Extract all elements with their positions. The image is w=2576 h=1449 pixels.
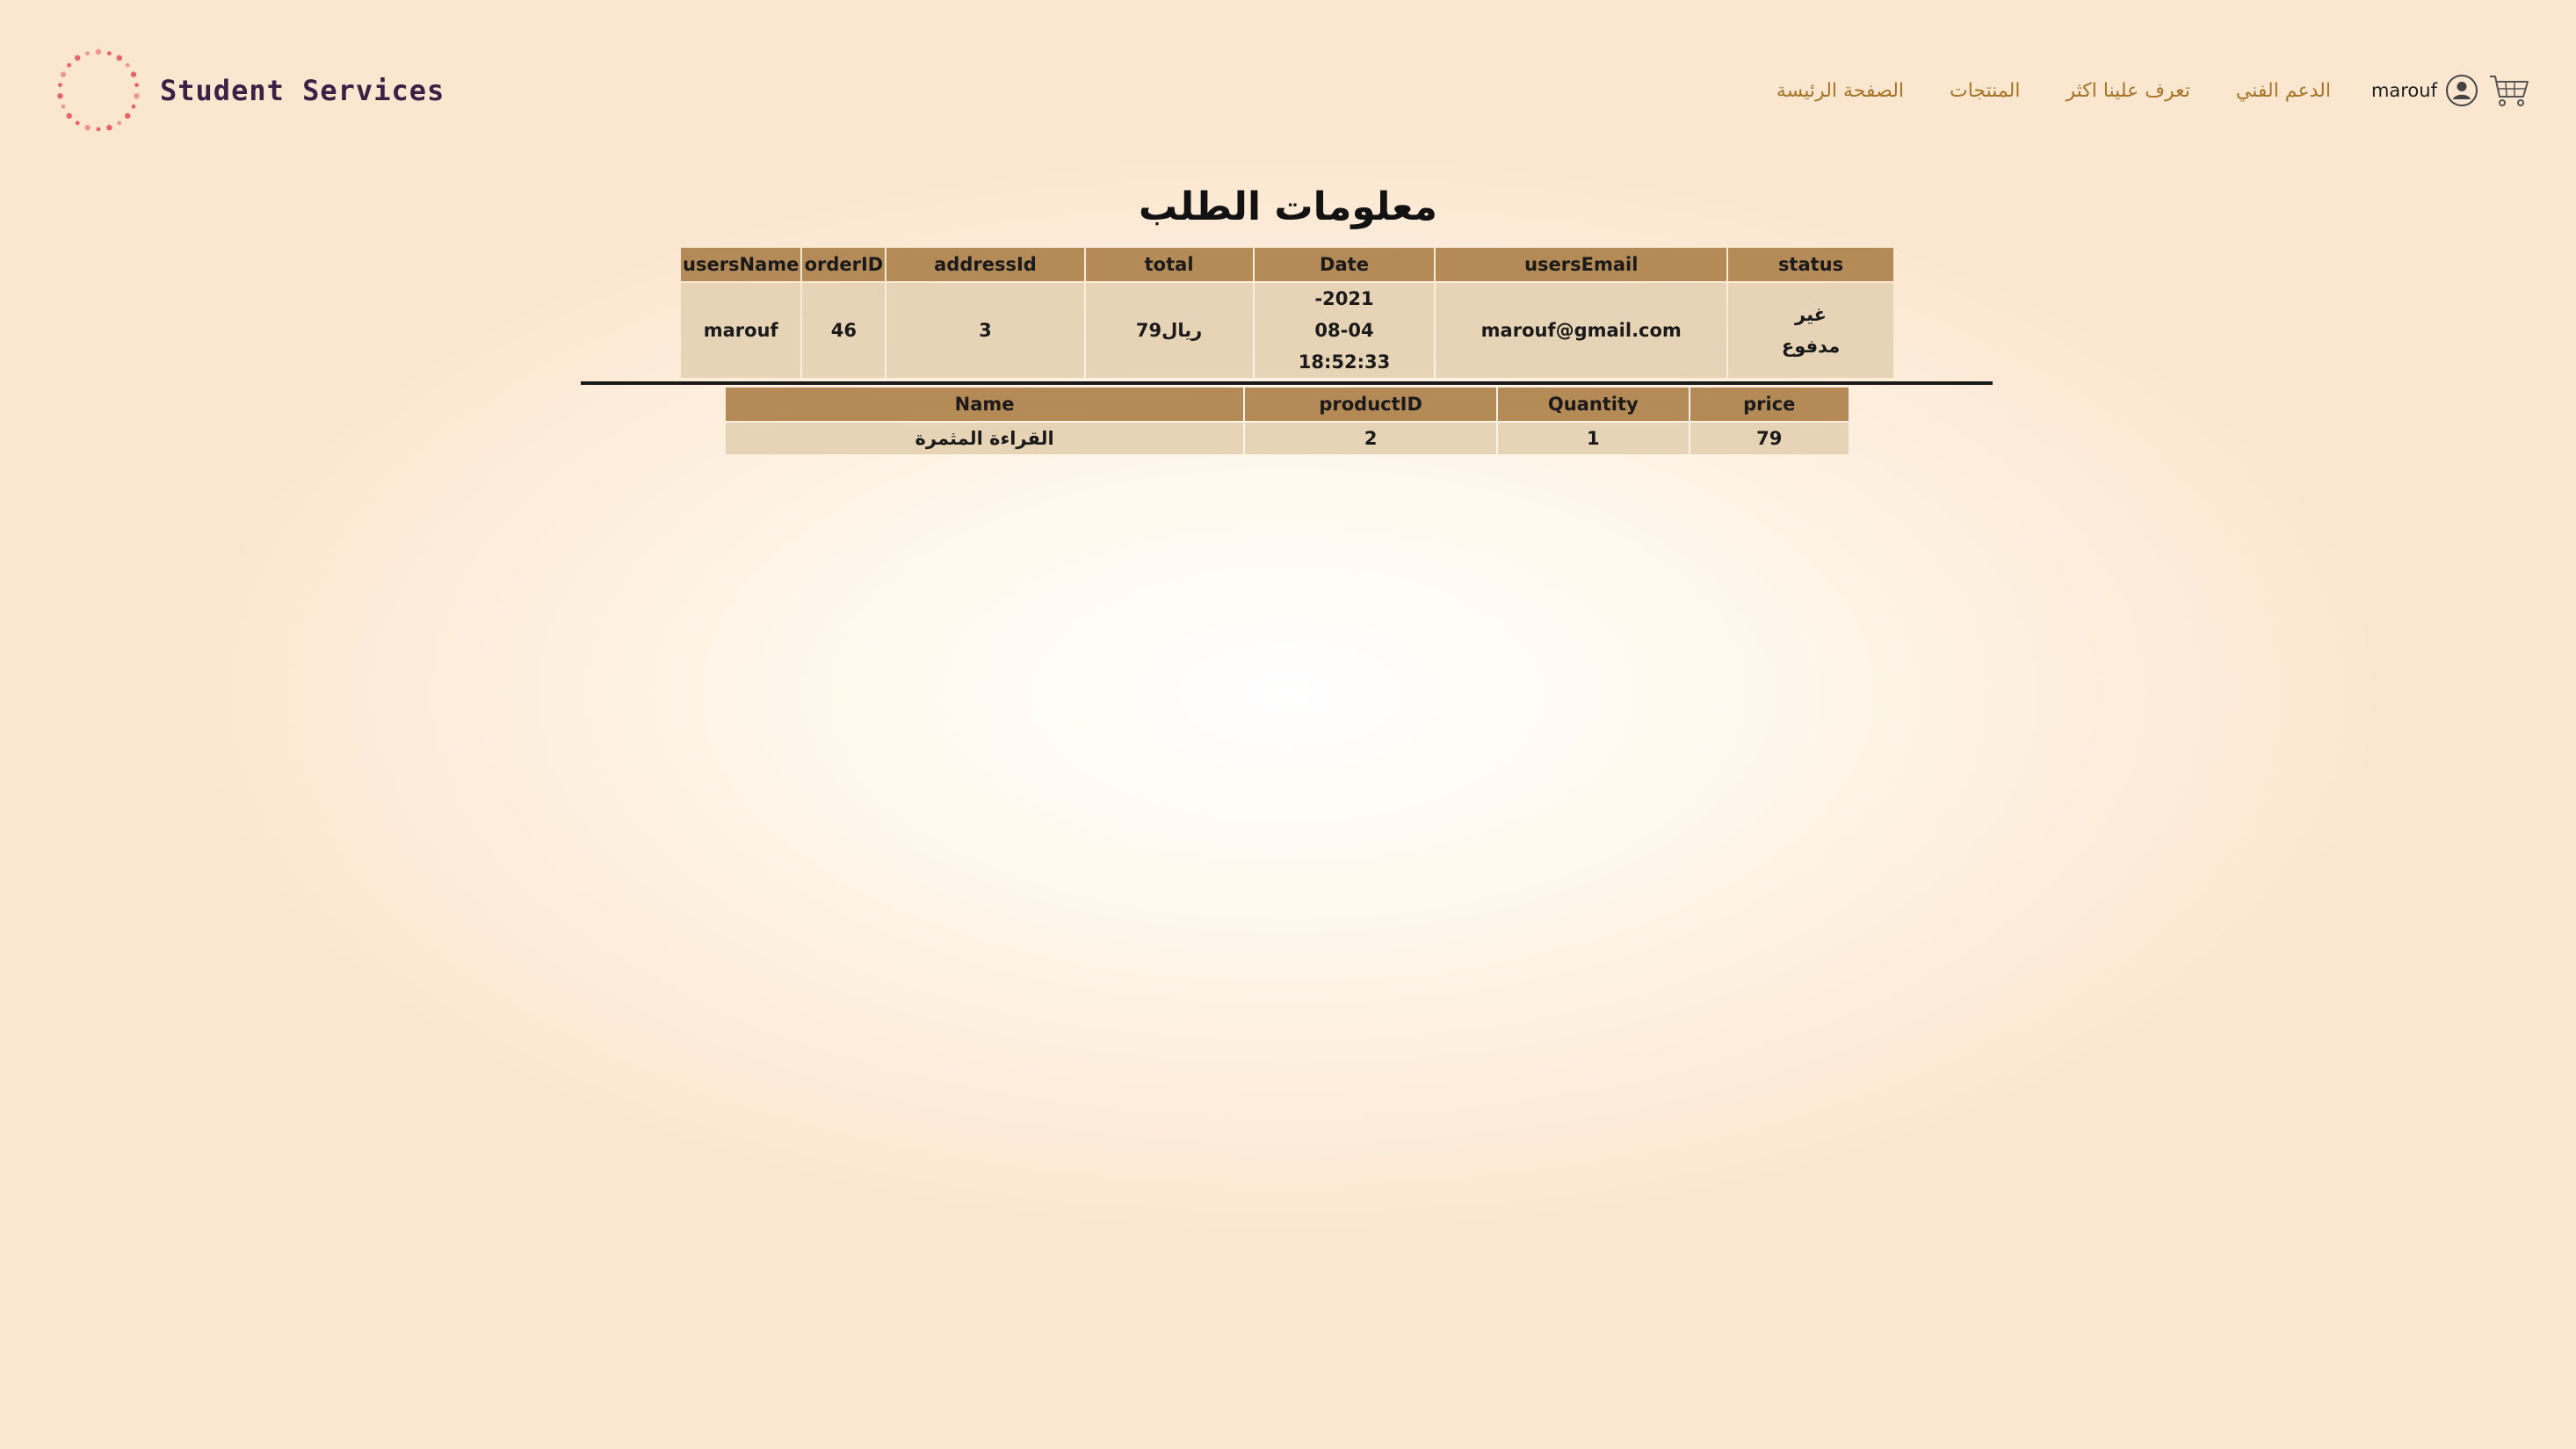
logo-dot bbox=[106, 51, 112, 56]
date-line-2: 08-04 bbox=[1314, 320, 1374, 341]
logo-dot bbox=[95, 48, 102, 55]
col-header-usersEmail: usersEmail bbox=[1436, 248, 1727, 281]
cell-orderID: 46 bbox=[802, 283, 886, 378]
col-header-orderID: orderID bbox=[802, 248, 886, 281]
date-line-1: -2021 bbox=[1314, 288, 1374, 309]
order-items-table: Name productID Quantity price القراءة ال… bbox=[724, 386, 1850, 456]
logo-dot bbox=[66, 112, 72, 120]
cell-usersEmail: marouf@gmail.com bbox=[1436, 283, 1727, 378]
logo-dot bbox=[131, 104, 136, 109]
col-header-name: Name bbox=[726, 388, 1244, 421]
logo-dot bbox=[61, 104, 66, 109]
logo-dot bbox=[75, 54, 81, 62]
page-title: معلومات الطلب bbox=[1139, 185, 1437, 229]
cell-total: ريال79 bbox=[1085, 283, 1253, 378]
logo-dot bbox=[75, 120, 80, 126]
logo-dot bbox=[116, 54, 122, 62]
status-line-2: مدفوع bbox=[1781, 336, 1841, 357]
cell-item-name: القراءة المثمرة bbox=[726, 423, 1244, 454]
cell-item-productID: 2 bbox=[1245, 423, 1497, 454]
user-circle-icon[interactable] bbox=[2444, 73, 2479, 108]
nav-link-home[interactable]: الصفحة الرئيسة bbox=[1776, 80, 1904, 102]
dotted-circle-logo-icon bbox=[57, 48, 140, 132]
cell-item-quantity: 1 bbox=[1498, 423, 1689, 454]
cell-item-price: 79 bbox=[1690, 423, 1849, 454]
col-header-addressId: addressId bbox=[886, 248, 1084, 281]
logo-dot bbox=[134, 83, 139, 88]
cell-addressId: 3 bbox=[886, 283, 1084, 378]
order-table: usersName orderID addressId total Date u… bbox=[679, 246, 1895, 380]
cell-status: غير مدفوع bbox=[1728, 283, 1893, 378]
shopping-cart-icon[interactable] bbox=[2488, 73, 2530, 108]
col-header-date: Date bbox=[1254, 248, 1435, 281]
logo-dot bbox=[130, 71, 137, 77]
logo-dot bbox=[67, 62, 72, 68]
logo-dot bbox=[84, 125, 90, 131]
col-header-productID: productID bbox=[1245, 388, 1497, 421]
nav-link-support[interactable]: الدعم الفني bbox=[2236, 80, 2331, 102]
logo-dot bbox=[125, 112, 131, 120]
nav-link-about[interactable]: تعرف علينا اكثر bbox=[2066, 80, 2189, 102]
logo-dot bbox=[117, 120, 122, 126]
col-header-price: price bbox=[1690, 388, 1849, 421]
table-row: القراءة المثمرة 2 1 79 bbox=[726, 423, 1849, 454]
order-table-header-row: usersName orderID addressId total Date u… bbox=[681, 248, 1893, 281]
section-divider bbox=[581, 381, 1993, 385]
user-name[interactable]: marouf bbox=[2371, 80, 2437, 101]
logo-dot bbox=[57, 93, 63, 99]
col-header-usersName: usersName bbox=[681, 248, 801, 281]
cell-usersName: marouf bbox=[681, 283, 801, 378]
cell-date: -2021 08-04 18:52:33 bbox=[1254, 283, 1435, 378]
main-nav: الصفحة الرئيسة المنتجات تعرف علينا اكثر … bbox=[1776, 70, 2530, 111]
logo-dot bbox=[85, 51, 90, 56]
status-line-1: غير bbox=[1795, 304, 1827, 325]
logo-dot bbox=[134, 93, 140, 99]
col-header-total: total bbox=[1085, 248, 1253, 281]
logo-dot bbox=[125, 62, 130, 68]
nav-link-products[interactable]: المنتجات bbox=[1950, 80, 2020, 102]
brand-logo[interactable]: Student Services bbox=[46, 33, 445, 148]
date-line-3: 18:52:33 bbox=[1298, 351, 1391, 373]
col-header-status: status bbox=[1728, 248, 1893, 281]
table-row: marouf 46 3 ريال79 -2021 08-04 18:52:33 … bbox=[681, 283, 1893, 378]
brand-name: Student Services bbox=[160, 74, 445, 107]
logo-dot bbox=[60, 71, 67, 77]
logo-dot bbox=[106, 125, 112, 131]
items-table-header-row: Name productID Quantity price bbox=[726, 388, 1849, 421]
logo-dot bbox=[58, 83, 62, 88]
col-header-quantity: Quantity bbox=[1498, 388, 1689, 421]
logo-dot bbox=[96, 127, 101, 132]
